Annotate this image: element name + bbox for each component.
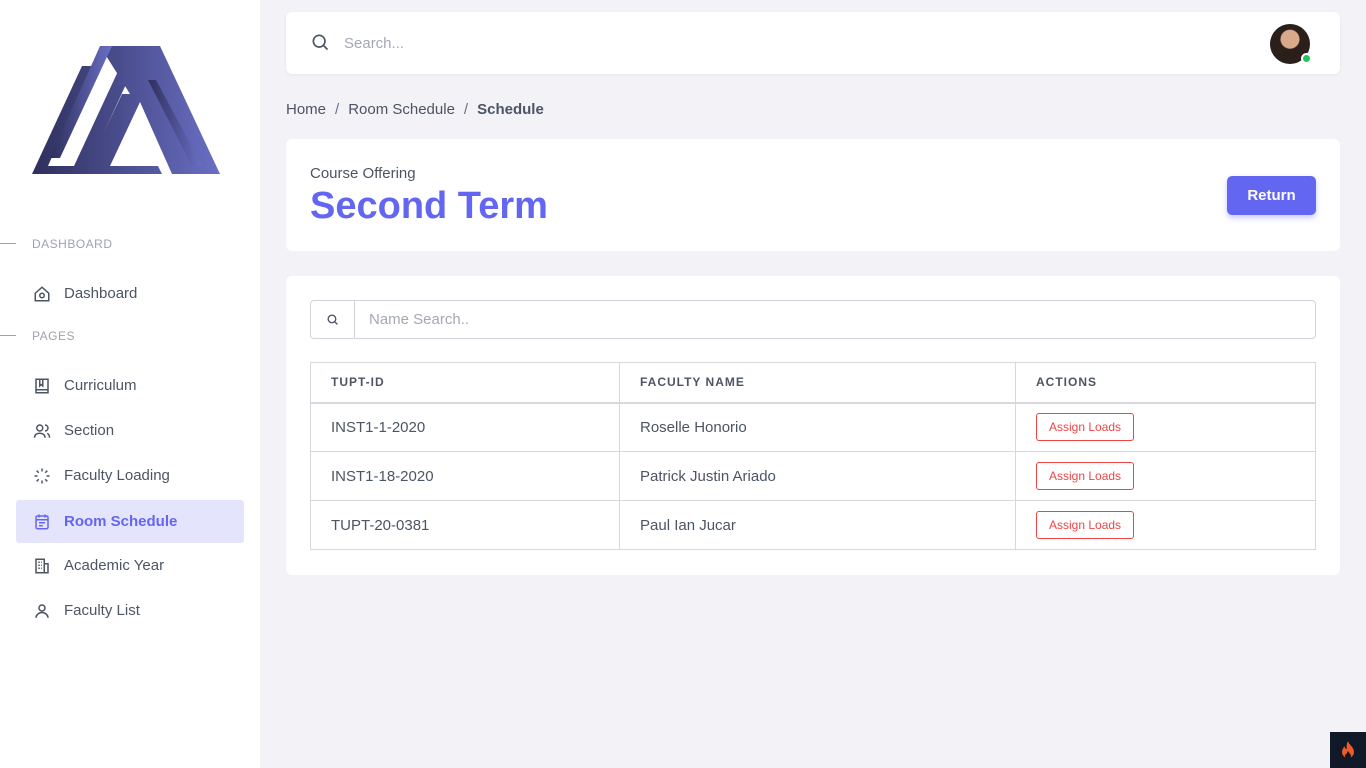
sidebar-item-label: Room Schedule bbox=[64, 513, 178, 530]
assign-loads-button[interactable]: Assign Loads bbox=[1036, 511, 1135, 539]
sidebar-item-academic-year[interactable]: Academic Year bbox=[16, 544, 244, 587]
table-row: INST1-18-2020 Patrick Justin Ariado Assi… bbox=[310, 451, 1316, 501]
cell-faculty-name: Paul Ian Jucar bbox=[619, 500, 1016, 550]
faculty-table-card: TUPT-ID FACULTY NAME ACTIONS INST1-1-202… bbox=[286, 276, 1340, 575]
breadcrumb-current: Schedule bbox=[477, 101, 544, 118]
name-search-input[interactable] bbox=[355, 301, 1315, 338]
home-icon bbox=[32, 284, 52, 304]
sidebar-item-faculty-loading[interactable]: Faculty Loading bbox=[16, 454, 244, 497]
online-status-indicator bbox=[1301, 53, 1312, 64]
section-label-pages: PAGES bbox=[32, 329, 75, 343]
breadcrumb-separator: / bbox=[335, 101, 340, 118]
column-header-actions: ACTIONS bbox=[1015, 362, 1316, 404]
page-header-card: Course Offering Second Term Return bbox=[286, 139, 1340, 251]
breadcrumb: Home / Room Schedule / Schedule bbox=[286, 101, 544, 118]
cell-tupt-id: INST1-18-2020 bbox=[310, 451, 620, 501]
search-icon bbox=[311, 301, 355, 338]
section-divider bbox=[0, 243, 16, 244]
cell-actions: Assign Loads bbox=[1015, 402, 1316, 452]
page-title: Second Term bbox=[310, 185, 548, 227]
cell-faculty-name: Patrick Justin Ariado bbox=[619, 451, 1016, 501]
cell-actions: Assign Loads bbox=[1015, 451, 1316, 501]
table-row: INST1-1-2020 Roselle Honorio Assign Load… bbox=[310, 402, 1316, 452]
section-divider bbox=[0, 335, 16, 336]
assign-loads-button[interactable]: Assign Loads bbox=[1036, 413, 1135, 442]
sidebar: DASHBOARD Dashboard PAGES Curriculum Sec… bbox=[0, 0, 260, 768]
breadcrumb-room-schedule[interactable]: Room Schedule bbox=[348, 101, 455, 118]
users-icon bbox=[32, 421, 52, 441]
user-icon bbox=[32, 601, 52, 621]
cell-faculty-name: Roselle Honorio bbox=[619, 402, 1016, 452]
search-icon bbox=[310, 32, 330, 57]
debug-toolbar-toggle[interactable] bbox=[1330, 732, 1366, 768]
name-search-group bbox=[310, 300, 1316, 339]
building-icon bbox=[32, 556, 52, 576]
sidebar-item-curriculum[interactable]: Curriculum bbox=[16, 364, 244, 407]
flame-icon bbox=[1342, 741, 1354, 759]
loader-icon bbox=[32, 466, 52, 486]
cell-actions: Assign Loads bbox=[1015, 500, 1316, 550]
sidebar-item-faculty-list[interactable]: Faculty List bbox=[16, 589, 244, 632]
calendar-icon bbox=[32, 512, 52, 532]
cell-tupt-id: TUPT-20-0381 bbox=[310, 500, 620, 550]
page-subtitle: Course Offering bbox=[310, 165, 416, 182]
sidebar-item-label: Curriculum bbox=[64, 377, 137, 394]
return-button[interactable]: Return bbox=[1227, 176, 1316, 215]
app-logo bbox=[32, 46, 220, 174]
table-header-row: TUPT-ID FACULTY NAME ACTIONS bbox=[310, 362, 1316, 404]
sidebar-item-label: Faculty Loading bbox=[64, 467, 170, 484]
column-header-faculty-name: FACULTY NAME bbox=[619, 362, 1016, 404]
breadcrumb-separator: / bbox=[463, 101, 469, 118]
cell-tupt-id: INST1-1-2020 bbox=[310, 402, 620, 452]
sidebar-item-room-schedule[interactable]: Room Schedule bbox=[16, 500, 244, 543]
assign-loads-button[interactable]: Assign Loads bbox=[1036, 462, 1135, 490]
sidebar-item-dashboard[interactable]: Dashboard bbox=[16, 272, 244, 315]
sidebar-item-label: Dashboard bbox=[64, 285, 138, 302]
breadcrumb-home[interactable]: Home bbox=[286, 101, 326, 118]
top-bar bbox=[286, 12, 1340, 74]
global-search-input[interactable] bbox=[344, 28, 744, 58]
table-row: TUPT-20-0381 Paul Ian Jucar Assign Loads bbox=[310, 500, 1316, 550]
section-label-dashboard: DASHBOARD bbox=[32, 237, 113, 251]
sidebar-item-label: Faculty List bbox=[64, 602, 140, 619]
book-icon bbox=[32, 376, 52, 396]
faculty-table: TUPT-ID FACULTY NAME ACTIONS INST1-1-202… bbox=[310, 362, 1316, 550]
sidebar-item-label: Academic Year bbox=[64, 557, 165, 574]
column-header-tupt-id: TUPT-ID bbox=[310, 362, 620, 404]
sidebar-item-section[interactable]: Section bbox=[16, 409, 244, 452]
sidebar-item-label: Section bbox=[64, 422, 115, 439]
